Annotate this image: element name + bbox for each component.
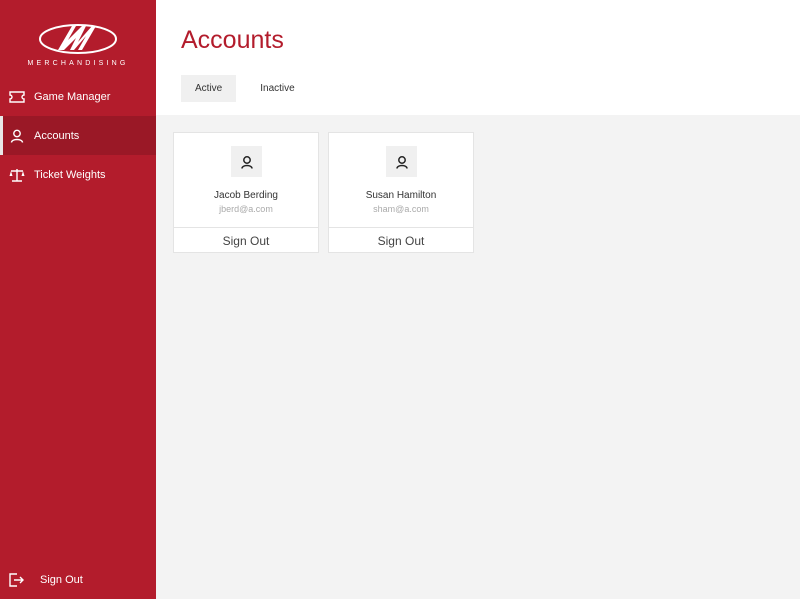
tab-active[interactable]: Active <box>181 75 237 102</box>
sidebar: MERCHANDISING Game Manager Accounts Tick… <box>0 0 156 599</box>
sidebar-item-label: Accounts <box>34 129 80 142</box>
sidebar-signout-button[interactable]: Sign Out <box>0 567 156 593</box>
logo-mark-icon <box>39 24 117 54</box>
account-cards: Jacob Berding jberd@a.com Sign Out Susan… <box>173 132 483 253</box>
user-icon <box>395 155 408 169</box>
account-email: jberd@a.com <box>219 204 273 214</box>
ticket-icon <box>8 88 26 106</box>
user-icon <box>8 127 26 145</box>
account-name: Susan Hamilton <box>365 190 437 201</box>
account-email: sham@a.com <box>373 204 429 214</box>
sidebar-item-game-manager[interactable]: Game Manager <box>0 77 156 116</box>
account-signout-button[interactable]: Sign Out <box>174 227 318 254</box>
sign-out-icon <box>7 571 25 589</box>
account-card: Jacob Berding jberd@a.com Sign Out <box>173 132 319 253</box>
sidebar-item-label: Ticket Weights <box>34 168 106 181</box>
account-name: Jacob Berding <box>214 190 278 201</box>
sidebar-item-ticket-weights[interactable]: Ticket Weights <box>0 155 156 194</box>
scale-icon <box>8 166 26 184</box>
tab-inactive[interactable]: Inactive <box>246 75 308 102</box>
account-status-tabs: Active Inactive <box>181 75 319 102</box>
logo-text: MERCHANDISING <box>27 60 129 67</box>
account-signout-button[interactable]: Sign Out <box>329 227 473 254</box>
main-content: Accounts Active Inactive Jacob Berding j… <box>156 0 800 599</box>
page-title: Accounts <box>181 26 284 54</box>
sidebar-item-accounts[interactable]: Accounts <box>0 116 156 155</box>
account-card: Susan Hamilton sham@a.com Sign Out <box>328 132 474 253</box>
page-header: Accounts Active Inactive <box>156 0 800 115</box>
sidebar-nav: Game Manager Accounts Ticket Weights <box>0 77 156 194</box>
brand-logo[interactable]: MERCHANDISING <box>0 0 156 74</box>
user-icon <box>240 155 253 169</box>
avatar <box>231 146 262 177</box>
signout-label: Sign Out <box>40 574 83 586</box>
avatar <box>386 146 417 177</box>
sidebar-item-label: Game Manager <box>34 90 111 103</box>
